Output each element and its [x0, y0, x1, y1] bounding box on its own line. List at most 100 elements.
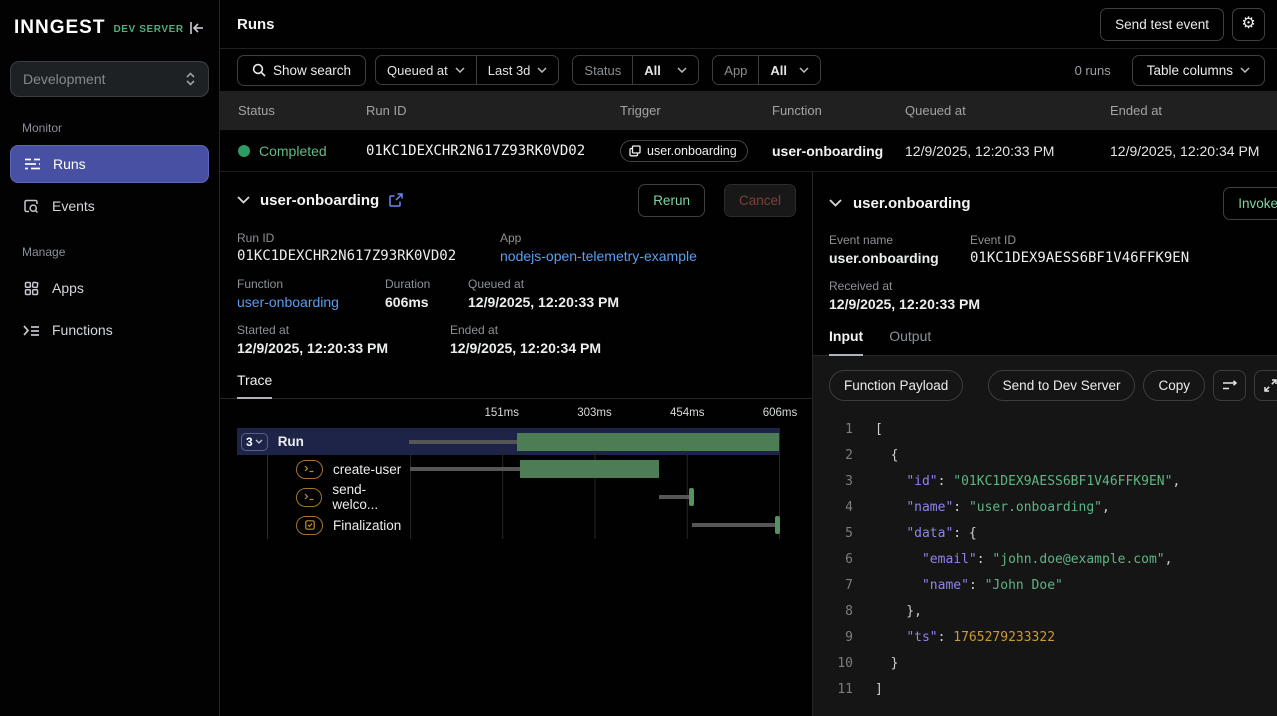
trace-row-finalization[interactable]: Finalization	[238, 511, 780, 539]
code-line: 1[	[813, 417, 1277, 443]
chevron-down-icon	[1240, 67, 1250, 73]
tab-input[interactable]: Input	[829, 328, 863, 356]
trace-row-run[interactable]: 3Run	[237, 428, 780, 455]
code-line: 10 }	[813, 651, 1277, 677]
code-text: [	[875, 417, 883, 443]
dev-server-badge: DEV SERVER	[113, 24, 183, 35]
runs-table-header: Status Run ID Trigger Function Queued at…	[220, 91, 1277, 130]
tab-trace[interactable]: Trace	[237, 372, 272, 399]
app-link[interactable]: nodejs-open-telemetry-example	[500, 248, 697, 264]
execution-span-bar[interactable]	[689, 488, 694, 506]
copy-button[interactable]: Copy	[1143, 370, 1205, 401]
cancel-button[interactable]: Cancel	[724, 184, 796, 217]
runs-count: 0 runs	[1075, 63, 1111, 78]
children-count-badge[interactable]: 3	[241, 433, 268, 451]
external-link-icon[interactable]	[389, 193, 403, 207]
column-header-ended-at[interactable]: Ended at	[1110, 103, 1277, 118]
chevron-down-icon	[799, 67, 809, 73]
sidebar-item-apps[interactable]: Apps	[10, 269, 209, 307]
table-columns-dropdown[interactable]: Table columns	[1132, 55, 1265, 86]
sidebar-item-runs[interactable]: Runs	[10, 145, 209, 183]
expand-button[interactable]	[1254, 370, 1277, 401]
trace-row-send-welco-[interactable]: send-welco...	[238, 483, 780, 511]
sidebar-item-label: Runs	[53, 156, 86, 172]
collapse-run-chevron-icon[interactable]	[237, 196, 250, 204]
column-header-function[interactable]: Function	[772, 103, 905, 118]
status-filter-dropdown[interactable]: All	[632, 56, 698, 84]
trace-row-label: 3Run	[237, 428, 409, 455]
trace-row-timeline	[409, 428, 780, 455]
execution-span-bar[interactable]	[517, 433, 779, 451]
trace-row-label: Finalization	[238, 511, 410, 539]
code-text: "email": "john.doe@example.com",	[875, 547, 1172, 573]
search-icon	[252, 63, 266, 77]
payload-tabs: Input Output	[813, 328, 1277, 356]
rerun-button[interactable]: Rerun	[638, 184, 705, 217]
function-cell: user-onboarding	[772, 143, 905, 159]
sidebar-item-events[interactable]: Events	[10, 187, 209, 225]
trace-waterfall: 151ms 303ms 454ms 606ms 3Runcreate-users…	[237, 407, 812, 539]
wrap-text-button[interactable]	[1213, 370, 1246, 401]
app-filter-dropdown[interactable]: All	[758, 56, 820, 84]
time-filter-group: Queued at Last 3d	[375, 55, 559, 85]
trace-row-create-user[interactable]: create-user	[238, 455, 780, 483]
show-search-button[interactable]: Show search	[237, 55, 366, 86]
sidebar-item-label: Apps	[52, 280, 84, 296]
line-number: 6	[813, 547, 853, 573]
function-payload-button[interactable]: Function Payload	[829, 370, 963, 401]
column-header-run-id[interactable]: Run ID	[366, 103, 620, 118]
monitor-section-label: Monitor	[22, 121, 219, 135]
chevron-down-icon	[677, 67, 687, 73]
line-number: 10	[813, 651, 853, 677]
execution-span-bar[interactable]	[775, 516, 780, 534]
code-text: "name": "John Doe"	[875, 573, 1063, 599]
environment-select[interactable]: Development	[10, 61, 209, 97]
run-panel-header: user-onboarding Rerun Cancel	[237, 182, 812, 218]
logo-row: INNGEST DEV SERVER	[0, 0, 219, 47]
app-field: App nodejs-open-telemetry-example	[500, 231, 697, 264]
collapse-event-chevron-icon[interactable]	[829, 199, 842, 207]
sidebar-item-functions[interactable]: Functions	[10, 311, 209, 349]
event-id-field: Event ID 01KC1DEX9AESS6BF1V46FFK9EN	[970, 233, 1189, 266]
code-line: 8 },	[813, 599, 1277, 625]
send-to-dev-server-button[interactable]: Send to Dev Server	[988, 370, 1136, 401]
main-content: Runs Send test event ⚙ Show search Queue…	[220, 0, 1277, 716]
collapse-sidebar-icon[interactable]	[189, 21, 205, 35]
send-test-event-button[interactable]: Send test event	[1100, 8, 1224, 41]
time-range-dropdown[interactable]: Last 3d	[476, 56, 559, 84]
run-id-cell: 01KC1DEXCHR2N617Z93RK0VD02	[366, 143, 620, 159]
table-row[interactable]: Completed 01KC1DEXCHR2N617Z93RK0VD02 use…	[220, 130, 1277, 172]
column-header-status[interactable]: Status	[238, 103, 366, 118]
settings-button[interactable]: ⚙	[1232, 8, 1265, 41]
code-line: 6 "email": "john.doe@example.com",	[813, 547, 1277, 573]
code-text: "ts": 1765279233322	[875, 625, 1055, 651]
run-meta-row-2: Function user-onboarding Duration 606ms …	[237, 277, 812, 310]
apps-icon	[22, 281, 40, 296]
line-number: 2	[813, 443, 853, 469]
function-link[interactable]: user-onboarding	[237, 294, 385, 310]
started-at-field: Started at 12/9/2025, 12:20:33 PM	[237, 323, 450, 356]
queued-at-dropdown[interactable]: Queued at	[376, 56, 476, 84]
status-completed-icon	[238, 145, 250, 157]
payload-code-editor[interactable]: 1[2 {3 "id": "01KC1DEX9AESS6BF1V46FFK9EN…	[813, 411, 1277, 716]
events-icon	[22, 199, 40, 214]
trigger-event-badge[interactable]: user.onboarding	[620, 140, 748, 162]
invoke-button[interactable]: Invoke	[1223, 187, 1277, 220]
code-line: 9 "ts": 1765279233322	[813, 625, 1277, 651]
gear-icon: ⚙	[1241, 16, 1255, 32]
execution-span-bar[interactable]	[520, 460, 659, 478]
queue-wait-line	[410, 467, 520, 471]
event-details-panel: user.onboarding Invoke Event name user.o…	[813, 172, 1277, 716]
code-line: 3 "id": "01KC1DEX9AESS6BF1V46FFK9EN",	[813, 469, 1277, 495]
column-header-trigger[interactable]: Trigger	[620, 103, 772, 118]
event-title: user.onboarding	[853, 195, 971, 212]
ended-at-field: Ended at 12/9/2025, 12:20:34 PM	[450, 323, 601, 356]
tab-output[interactable]: Output	[889, 328, 931, 355]
axis-tick: 303ms	[577, 407, 612, 419]
column-header-queued-at[interactable]: Queued at	[905, 103, 1110, 118]
run-details-panel: user-onboarding Rerun Cancel Run ID 0	[220, 172, 813, 716]
code-text: {	[875, 443, 898, 469]
event-panel-header: user.onboarding Invoke	[813, 186, 1277, 220]
details-area: user-onboarding Rerun Cancel Run ID 0	[220, 172, 1277, 716]
sidebar-item-label: Events	[52, 198, 95, 214]
